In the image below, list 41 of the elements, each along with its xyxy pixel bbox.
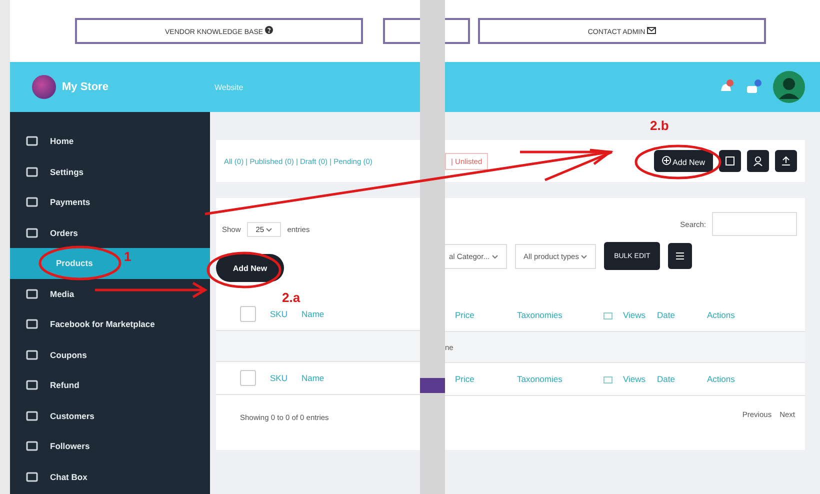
sidebar-item[interactable]: Media <box>10 278 210 309</box>
link-button[interactable] <box>383 18 420 44</box>
sidebar-item[interactable]: Coupons <box>10 340 210 370</box>
sidebar-item[interactable]: Customers <box>10 400 210 431</box>
column-footer: Taxonomies <box>517 374 603 384</box>
user-icon[interactable] <box>747 150 769 172</box>
avatar[interactable] <box>773 71 805 103</box>
column-footer: Name <box>301 373 324 383</box>
link-button[interactable] <box>445 18 470 44</box>
sidebar-item[interactable]: Orders <box>10 218 210 248</box>
chevron-icon <box>266 228 272 232</box>
sidebar-item[interactable]: Followers <box>10 431 210 462</box>
checkbox[interactable] <box>240 306 256 322</box>
plus-icon <box>662 156 671 164</box>
chevron-icon <box>581 254 588 258</box>
sidebar-item[interactable]: Settings <box>10 156 210 187</box>
search-field[interactable] <box>712 212 797 236</box>
add-new-button[interactable]: Add New <box>654 150 713 172</box>
box-icon[interactable] <box>719 150 741 172</box>
store-logo-icon <box>32 75 56 99</box>
annotation-label: 2.a <box>282 290 300 305</box>
store-name: My Store <box>62 81 108 93</box>
mail-icon <box>647 26 656 34</box>
sidebar-item[interactable]: Home <box>10 126 210 156</box>
checkbox[interactable] <box>240 370 256 386</box>
help-icon <box>264 26 273 34</box>
column-footer: Views <box>623 374 657 384</box>
chat-icon[interactable] <box>745 78 763 96</box>
export-icon[interactable] <box>775 150 797 172</box>
annotation-label: 2.b <box>650 118 669 133</box>
add-new-button[interactable]: Add New <box>216 254 284 282</box>
sidebar-item[interactable]: Facebook for Marketplace <box>10 309 210 340</box>
annotation-label: 1 <box>124 249 132 264</box>
column-footer: Date <box>657 374 707 384</box>
column-footer: Actions <box>707 374 735 384</box>
sidebar-item[interactable]: Chat Box <box>10 462 210 492</box>
sidebar-item[interactable]: Payments <box>10 187 210 218</box>
column-footer: SKU <box>270 373 288 383</box>
chevron-icon <box>492 254 498 258</box>
sidebar-item[interactable]: Refund <box>10 370 210 400</box>
column-footer: Price <box>455 374 517 384</box>
